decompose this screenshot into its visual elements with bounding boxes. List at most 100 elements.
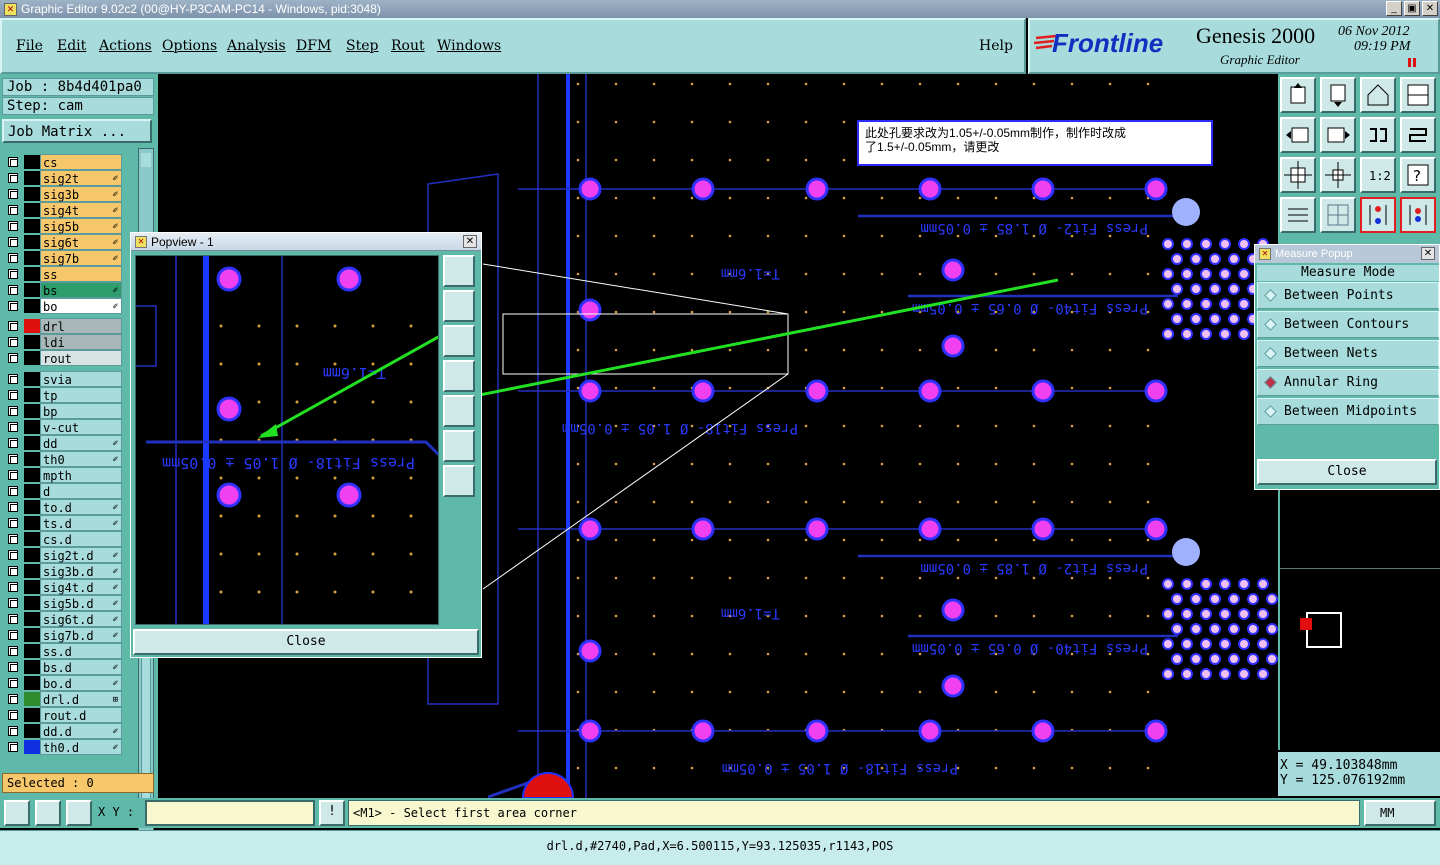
- cluster-pad[interactable]: [1238, 238, 1250, 250]
- layer-row[interactable]: th0 ✐: [6, 451, 124, 467]
- pv-move-up-tool[interactable]: [443, 290, 475, 322]
- cluster-pad[interactable]: [1219, 328, 1231, 340]
- help-tool[interactable]: ?: [1400, 157, 1436, 193]
- cluster-pad[interactable]: [1219, 638, 1231, 650]
- layer-checkbox[interactable]: [8, 390, 18, 400]
- popview-canvas[interactable]: Press Fit18- Ø 1.05 ± 0.05mm T=1.6mm: [135, 255, 439, 625]
- layer-checkbox[interactable]: [8, 374, 18, 384]
- layer-name[interactable]: drl: [40, 318, 122, 334]
- cluster-pad[interactable]: [1171, 313, 1183, 325]
- window-tool[interactable]: [1400, 77, 1436, 113]
- layer-checkbox[interactable]: [8, 678, 18, 688]
- layer-row[interactable]: sig5b.d ✐: [6, 595, 124, 611]
- pad[interactable]: [1031, 517, 1055, 541]
- layer-checkbox[interactable]: [8, 269, 18, 279]
- layer-row[interactable]: to.d ✐: [6, 499, 124, 515]
- layer-name[interactable]: sig7b.d ✐: [40, 627, 122, 643]
- layer-name[interactable]: sig4t.d ✐: [40, 579, 122, 595]
- layer-name[interactable]: sig7b ✐: [40, 250, 122, 266]
- layer-checkbox[interactable]: [8, 189, 18, 199]
- layer-color-swatch[interactable]: [24, 692, 40, 706]
- pad[interactable]: [578, 639, 602, 663]
- pad[interactable]: [805, 177, 829, 201]
- layer-row[interactable]: sig2t ✐: [6, 170, 124, 186]
- menu-step[interactable]: Step: [346, 38, 378, 54]
- layer-row[interactable]: sig5b ✐: [6, 218, 124, 234]
- layer-color-swatch[interactable]: [24, 335, 40, 349]
- measure-icon[interactable]: [35, 800, 61, 826]
- layer-checkbox[interactable]: [8, 566, 18, 576]
- layer-color-swatch[interactable]: [24, 484, 40, 498]
- layer-row[interactable]: sig6t.d ✐: [6, 611, 124, 627]
- rotate-tool[interactable]: [1400, 117, 1436, 153]
- layer-color-swatch[interactable]: [24, 187, 40, 201]
- layer-color-swatch[interactable]: [24, 203, 40, 217]
- pad[interactable]: [941, 674, 965, 698]
- layer-row[interactable]: bs ✐: [6, 282, 124, 298]
- cluster-pad[interactable]: [1190, 313, 1202, 325]
- popview-drawing[interactable]: Press Fit18- Ø 1.05 ± 0.05mm T=1.6mm: [136, 256, 439, 625]
- layer-checkbox[interactable]: [8, 205, 18, 215]
- pad[interactable]: [1031, 379, 1055, 403]
- layer-checkbox[interactable]: [8, 353, 18, 363]
- layer-checkbox[interactable]: [8, 662, 18, 672]
- layer-checkbox[interactable]: [8, 406, 18, 416]
- layer-name[interactable]: sig3b.d ✐: [40, 563, 122, 579]
- layer-color-swatch[interactable]: [24, 283, 40, 297]
- layer-row[interactable]: bo.d ✐: [6, 675, 124, 691]
- cluster-pad[interactable]: [1181, 638, 1193, 650]
- layer-name[interactable]: bs ✐: [40, 282, 122, 298]
- cluster-pad[interactable]: [1219, 268, 1231, 280]
- layer-checkbox[interactable]: [8, 630, 18, 640]
- move-right-tool[interactable]: [1320, 117, 1356, 153]
- measure-close-button[interactable]: Close: [1257, 459, 1437, 485]
- layer-row[interactable]: sig7b ✐: [6, 250, 124, 266]
- pv-pad[interactable]: [336, 266, 362, 292]
- layer-color-swatch[interactable]: [24, 267, 40, 281]
- pv-zoom-out-tool[interactable]: [443, 430, 475, 462]
- pad[interactable]: [691, 379, 715, 403]
- layer-row[interactable]: d: [6, 483, 124, 499]
- cluster-pad[interactable]: [1162, 638, 1174, 650]
- layer-row[interactable]: dd.d ✐: [6, 723, 124, 739]
- layer-checkbox[interactable]: [8, 237, 18, 247]
- job-matrix-button[interactable]: Job Matrix ...: [2, 119, 152, 143]
- layer-name[interactable]: dd.d ✐: [40, 723, 122, 739]
- layer-color-swatch[interactable]: [24, 532, 40, 546]
- layer-name[interactable]: d: [40, 483, 122, 499]
- layer-color-swatch[interactable]: [24, 580, 40, 594]
- cluster-pad[interactable]: [1247, 623, 1259, 635]
- mode-between-midpoints[interactable]: Between Midpoints: [1257, 398, 1439, 425]
- layer-row[interactable]: drl: [6, 318, 124, 334]
- cluster-pad[interactable]: [1162, 668, 1174, 680]
- layer-name[interactable]: bs.d ✐: [40, 659, 122, 675]
- layer-color-swatch[interactable]: [24, 299, 40, 313]
- layer-name[interactable]: rout.d: [40, 707, 122, 723]
- layer-row[interactable]: ss.d: [6, 643, 124, 659]
- layer-name[interactable]: sig5b ✐: [40, 218, 122, 234]
- layer-color-swatch[interactable]: [24, 676, 40, 690]
- cluster-pad[interactable]: [1181, 668, 1193, 680]
- layer-row[interactable]: mpth: [6, 467, 124, 483]
- layer-checkbox[interactable]: [8, 550, 18, 560]
- cluster-pad[interactable]: [1266, 593, 1278, 605]
- layer-row[interactable]: bs.d ✐: [6, 659, 124, 675]
- red-pad[interactable]: [521, 772, 575, 798]
- cluster-pad[interactable]: [1200, 638, 1212, 650]
- cluster-pad[interactable]: [1228, 253, 1240, 265]
- cluster-pad[interactable]: [1228, 653, 1240, 665]
- cluster-pad[interactable]: [1181, 578, 1193, 590]
- large-pad[interactable]: [1172, 538, 1200, 566]
- layer-checkbox[interactable]: [8, 337, 18, 347]
- cluster-pad[interactable]: [1162, 268, 1174, 280]
- layer-name[interactable]: cs.d: [40, 531, 122, 547]
- layer-name[interactable]: sig3b ✐: [40, 186, 122, 202]
- pad[interactable]: [805, 719, 829, 743]
- pad[interactable]: [805, 379, 829, 403]
- layer-checkbox[interactable]: [8, 742, 18, 752]
- menu-rout[interactable]: Rout: [391, 38, 425, 54]
- cluster-pad[interactable]: [1257, 638, 1269, 650]
- xy-input[interactable]: [145, 800, 315, 826]
- layer-name[interactable]: v-cut: [40, 419, 122, 435]
- layer-color-swatch[interactable]: [24, 468, 40, 482]
